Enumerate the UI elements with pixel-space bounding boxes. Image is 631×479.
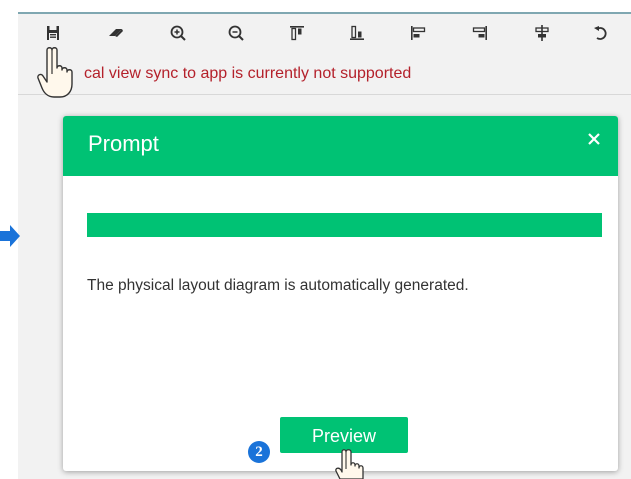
step-number-badge: 2	[248, 441, 270, 463]
align-bottom-button[interactable]	[342, 18, 372, 48]
dialog-message: The physical layout diagram is automatic…	[87, 277, 469, 294]
save-button[interactable]	[38, 18, 68, 48]
align-left-button[interactable]	[403, 18, 433, 48]
undo-icon	[594, 26, 607, 40]
align-bottom-icon	[350, 25, 364, 40]
zoom-out-icon	[228, 25, 244, 41]
align-top-button[interactable]	[282, 18, 312, 48]
layout-editor-panel: cal view sync to app is currently not su…	[18, 14, 631, 479]
undo-button[interactable]	[586, 18, 616, 48]
arrow-right-icon	[0, 225, 20, 247]
progress-fill	[87, 213, 602, 237]
pointer-hand-icon	[335, 449, 364, 479]
toolbar	[18, 14, 631, 52]
close-button[interactable]	[584, 129, 604, 149]
dialog-title: Prompt	[88, 131, 159, 156]
zoom-in-icon	[170, 25, 186, 41]
align-left-icon	[411, 26, 426, 40]
align-center-icon	[535, 25, 549, 41]
eraser-button[interactable]	[101, 18, 131, 48]
align-center-button[interactable]	[527, 18, 557, 48]
dialog-header: Prompt	[63, 116, 618, 176]
zoom-in-button[interactable]	[163, 18, 193, 48]
generation-progress-bar	[87, 213, 602, 237]
prompt-dialog: Prompt The physical layout diagram is au…	[63, 116, 618, 471]
close-icon	[588, 133, 600, 145]
align-right-icon	[472, 26, 487, 40]
zoom-out-button[interactable]	[221, 18, 251, 48]
preview-button[interactable]: Preview	[280, 417, 408, 453]
pointer-hand-icon	[37, 47, 73, 98]
align-top-icon	[290, 26, 304, 41]
toolbar-divider	[18, 94, 631, 95]
save-icon	[47, 26, 59, 40]
eraser-icon	[109, 29, 123, 37]
align-right-button[interactable]	[465, 18, 495, 48]
